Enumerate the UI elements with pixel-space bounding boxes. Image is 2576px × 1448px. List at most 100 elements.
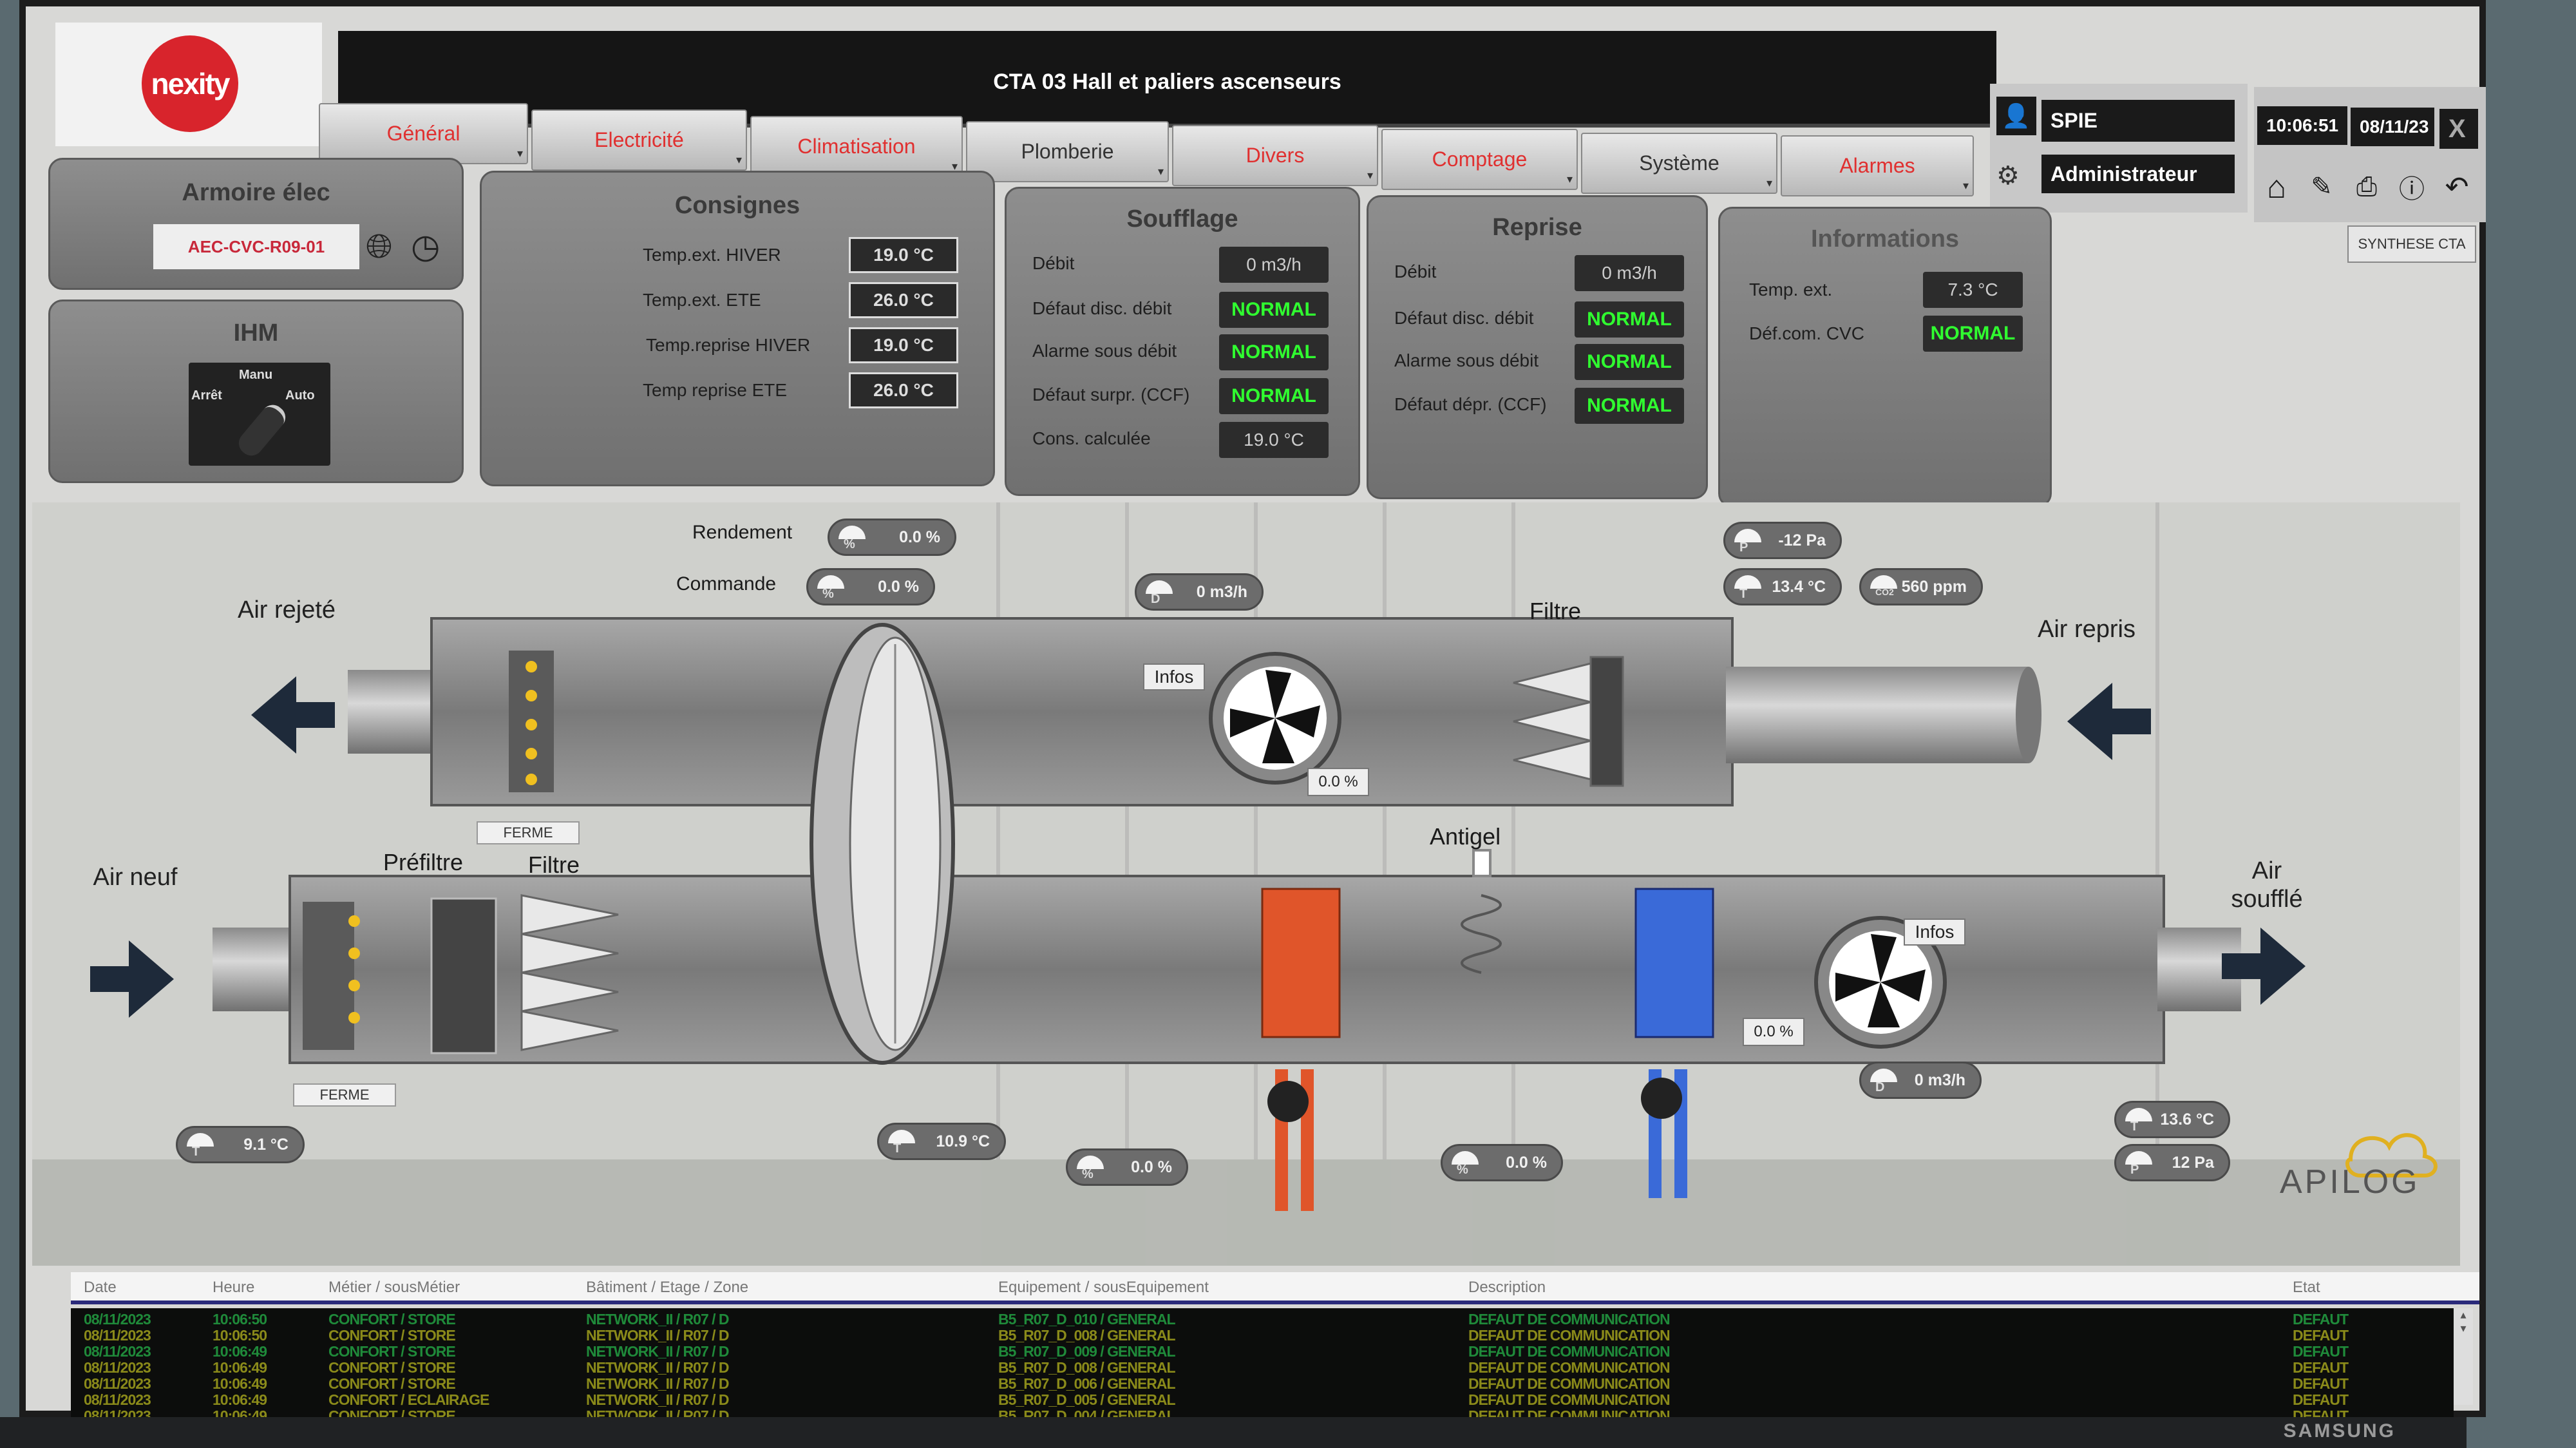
reprise-debit-value: 0 m3/h [1575,255,1684,291]
print-icon[interactable]: ⎙ [2345,164,2388,209]
tab-divers[interactable]: Divers [1172,125,1378,186]
back-icon[interactable]: ↶ [2436,164,2478,209]
alarm-row[interactable]: 08/11/202310:06:50CONFORT / STORENETWORK… [71,1311,2454,1328]
col-description[interactable]: Description [1468,1279,1546,1297]
damper-rejet-status[interactable]: FERME [477,821,580,844]
clock-toolbar: 10:06:51 08/11/23 X ⌂ ✎ ⎙ ⓘ ↶ [2254,87,2486,222]
col-metier[interactable]: Métier / sousMétier [328,1279,460,1297]
alarm-cell-equipement: B5_R07_D_009 / GENERAL [998,1343,1175,1360]
alarm-cell-description: DEFAUT DE COMMUNICATION [1468,1359,1670,1377]
col-date[interactable]: Date [84,1279,117,1297]
tab-systeme[interactable]: Système [1581,133,1777,194]
alarm-cell-description: DEFAUT DE COMMUNICATION [1468,1311,1670,1328]
gauge-icon: % [836,524,868,553]
tab-electricite[interactable]: Electricité [531,110,747,171]
alarm-cell-metier: CONFORT / STORE [328,1375,455,1393]
alarm-row[interactable]: 08/11/202310:06:49CONFORT / STORENETWORK… [71,1343,2454,1360]
info-icon[interactable]: ⓘ [2391,164,2433,209]
edit-report-icon[interactable]: ✎ [2300,164,2343,209]
sensor-pression-soufflage[interactable]: P12 Pa [2114,1144,2230,1181]
sensor-vanne-froid[interactable]: %0.0 % [1441,1144,1563,1181]
alarm-cell-batiment: NETWORK_II / R07 / D [586,1343,729,1360]
soufflage-label: Défaut surpr. (CCF) [1032,385,1189,405]
selector-knob[interactable] [234,400,290,460]
gauge-icon: T [1732,574,1764,602]
damper-neuf-status[interactable]: FERME [293,1083,396,1107]
mode-selector-switch[interactable]: Manu Arrêt Auto [189,363,330,466]
alarm-cell-etat: DEFAUT [2293,1375,2348,1393]
col-batiment[interactable]: Bâtiment / Etage / Zone [586,1279,748,1297]
col-etat[interactable]: Etat [2293,1279,2320,1297]
sensor-temp-neuf[interactable]: T9.1 °C [176,1126,305,1163]
consigne-value[interactable]: 26.0 °C [849,282,958,318]
alarm-cell-heure: 10:06:49 [213,1343,267,1360]
status-badge: NORMAL [1219,334,1329,370]
home-icon[interactable]: ⌂ [2255,164,2298,209]
alarm-cell-etat: DEFAUT [2293,1359,2348,1377]
consigne-value[interactable]: 26.0 °C [849,372,958,408]
gauge-icon: T [184,1132,216,1160]
alarm-cell-batiment: NETWORK_II / R07 / D [586,1311,729,1328]
alarm-cell-date: 08/11/2023 [84,1311,151,1328]
sensor-temp-reprise[interactable]: T13.4 °C [1723,568,1842,605]
tab-alarmes[interactable]: Alarmes [1781,135,1974,196]
consigne-value[interactable]: 19.0 °C [849,237,958,273]
soufflage-debit-value: 0 m3/h [1219,247,1329,283]
sensor-debit-reprise[interactable]: D0 m3/h [1135,573,1264,611]
sensor-vanne-chaud[interactable]: %0.0 % [1066,1148,1188,1186]
monitor-bezel [0,1417,2467,1448]
soufflage-label: Cons. calculée [1032,428,1151,449]
tab-comptage[interactable]: Comptage [1381,129,1578,190]
fan-reprise-infos-button[interactable]: Infos [1143,663,1205,691]
user-area: 👤 SPIE ⚙ Administrateur [1990,84,2248,213]
alarm-cell-metier: CONFORT / STORE [328,1327,455,1344]
gauge-icon: P [1732,528,1764,556]
close-button[interactable]: X [2439,109,2478,149]
alarm-cell-heure: 10:06:50 [213,1311,267,1328]
gauge-icon: % [815,574,847,602]
clock-time: 10:06:51 [2257,106,2347,145]
consigne-value[interactable]: 19.0 °C [849,327,958,363]
sensor-rendement[interactable]: %0.0 % [828,519,956,556]
filtre-reprise-label: Filtre [1530,598,1581,625]
alarm-row[interactable]: 08/11/202310:06:49CONFORT / ECLAIRAGENET… [71,1391,2454,1408]
armoire-panel: Armoire élec AEC-CVC-R09-01 🌐︎ ◷ [48,158,464,290]
sensor-commande[interactable]: %0.0 % [806,568,935,605]
sensor-temp-soufflage[interactable]: T13.6 °C [2114,1101,2230,1138]
status-badge: NORMAL [1575,301,1684,338]
tab-climatisation[interactable]: Climatisation [750,116,963,177]
alarm-scrollbar[interactable]: ▴▾ [2454,1308,2473,1405]
fan-soufflage-speed: 0.0 % [1743,1018,1804,1046]
sensor-debit-soufflage[interactable]: D0 m3/h [1859,1062,1982,1099]
alarm-row[interactable]: 08/11/202310:06:49CONFORT / STORENETWORK… [71,1359,2454,1376]
alarm-row[interactable]: 08/11/202310:06:50CONFORT / STORENETWORK… [71,1327,2454,1344]
alarm-cell-etat: DEFAUT [2293,1327,2348,1344]
status-badge: NORMAL [1219,378,1329,414]
alarm-row[interactable]: 08/11/202310:06:49CONFORT / STORENETWORK… [71,1375,2454,1392]
synthese-cta-button[interactable]: SYNTHESE CTA [2347,225,2476,263]
soufflage-label: Débit [1032,253,1074,274]
armoire-title: Armoire élec [50,179,462,207]
fan-soufflage-infos-button[interactable]: Infos [1904,919,1965,946]
filtre-label: Filtre [528,852,580,879]
fan-reprise-speed: 0.0 % [1307,768,1369,796]
col-heure[interactable]: Heure [213,1279,254,1297]
sensor-co2-reprise[interactable]: CO2560 ppm [1859,568,1983,605]
sensor-temp-melange[interactable]: T10.9 °C [877,1123,1006,1160]
tab-plomberie[interactable]: Plomberie [966,121,1169,182]
air-rejete-label: Air rejeté [232,596,341,624]
gears-icon[interactable]: ⚙ [1996,161,2020,191]
alarm-cell-description: DEFAUT DE COMMUNICATION [1468,1343,1670,1360]
gauge-icon: D [1143,579,1175,607]
sensor-pression-reprise[interactable]: P-12 Pa [1723,522,1842,559]
gauge-icon: D [1868,1067,1900,1096]
clock-icon[interactable]: ◷ [411,227,440,266]
tab-general[interactable]: Général [319,103,528,164]
globe-icon[interactable]: 🌐︎ [366,227,393,267]
alarm-cell-heure: 10:06:50 [213,1327,267,1344]
armoire-id[interactable]: AEC-CVC-R09-01 [153,224,359,269]
alarm-cell-batiment: NETWORK_II / R07 / D [586,1375,729,1393]
alarm-cell-date: 08/11/2023 [84,1327,151,1344]
col-equipement[interactable]: Equipement / sousEquipement [998,1279,1209,1297]
info-label: Déf.com. CVC [1749,323,1864,344]
